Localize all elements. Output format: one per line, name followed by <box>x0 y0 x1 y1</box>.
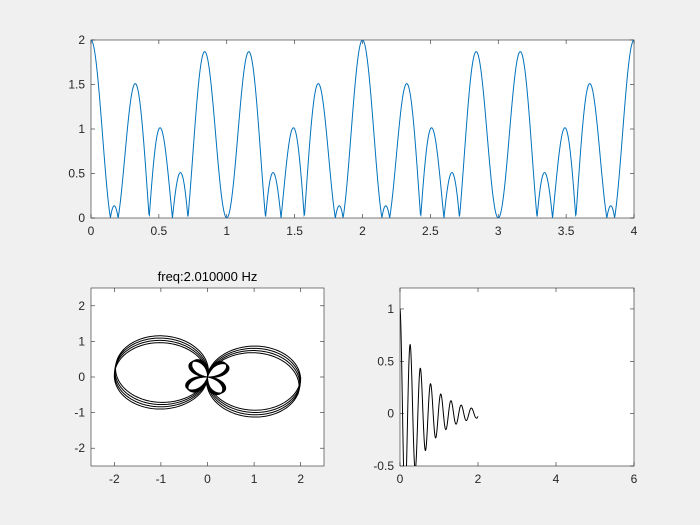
figure-canvas: 0 0.5 1 1.5 2 2.5 3 3.5 4 0 0.5 1 1.5 2 -2 -1 0 1 2 -2 -1 0 1 2… <box>0 0 700 525</box>
y-tick-label: 0 <box>78 370 85 384</box>
plot-area-top <box>90 39 635 219</box>
y-tick-label: -1 <box>74 406 85 420</box>
x-tick-label: 2 <box>475 472 482 486</box>
x-tick-label: 2.5 <box>422 224 439 238</box>
x-tick-label: -1 <box>156 472 167 486</box>
y-tick-label: 0 <box>387 407 394 421</box>
y-tick-label: 2 <box>78 33 85 47</box>
y-tick-label: 0 <box>78 211 85 225</box>
y-tick-label: -0.5 <box>373 459 394 473</box>
y-tick-label: -2 <box>74 441 85 455</box>
x-tick-label: 4 <box>553 472 560 486</box>
x-tick-label: 1 <box>251 472 258 486</box>
y-tick-label: 0.5 <box>377 354 394 368</box>
x-tick-label: -2 <box>109 472 120 486</box>
x-tick-label: 0 <box>204 472 211 486</box>
axes-phase: -2 -1 0 1 2 -2 -1 0 1 2 freq:2.010000 Hz <box>74 269 325 486</box>
y-tick-label: 0.5 <box>68 167 85 181</box>
x-tick-label: 1 <box>223 224 230 238</box>
y-tick-label: 1 <box>387 302 394 316</box>
x-tick-label: 1.5 <box>286 224 303 238</box>
x-tick-label: 0 <box>397 472 404 486</box>
chart-title: freq:2.010000 Hz <box>158 269 258 284</box>
y-tick-label: 1.5 <box>68 78 85 92</box>
y-tick-label: 2 <box>78 299 85 313</box>
x-tick-label: 2 <box>297 472 304 486</box>
x-tick-label: 2 <box>359 224 366 238</box>
x-tick-label: 4 <box>631 224 638 238</box>
x-tick-label: 0.5 <box>151 224 168 238</box>
axes-top: 0 0.5 1 1.5 2 2.5 3 3.5 4 0 0.5 1 1.5 2 <box>68 33 637 238</box>
y-tick-label: 1 <box>78 122 85 136</box>
x-tick-label: 6 <box>631 472 638 486</box>
plot-area-decay <box>399 287 635 467</box>
x-tick-label: 3 <box>495 224 502 238</box>
y-tick-label: 1 <box>78 334 85 348</box>
x-tick-label: 3.5 <box>558 224 575 238</box>
x-tick-label: 0 <box>88 224 95 238</box>
